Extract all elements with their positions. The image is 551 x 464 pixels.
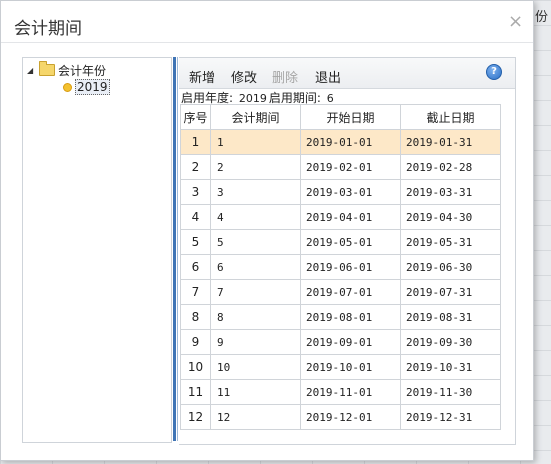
table-row[interactable]: 12 12 2019-12-01 2019-12-31 xyxy=(180,404,501,430)
background-partial-text: 份 xyxy=(535,10,549,25)
table-row[interactable]: 6 6 2019-06-01 2019-06-30 xyxy=(180,254,501,280)
table-row[interactable]: 5 5 2019-05-01 2019-05-31 xyxy=(180,229,501,255)
period-cell: 2 xyxy=(210,154,301,180)
panel-splitter[interactable] xyxy=(173,57,176,441)
start-date-cell: 2019-06-01 xyxy=(300,254,401,280)
column-header[interactable]: 会计期间 xyxy=(210,104,301,130)
end-date-cell: 2019-05-31 xyxy=(400,229,501,255)
period-cell: 9 xyxy=(210,329,301,355)
close-icon[interactable]: × xyxy=(508,11,523,32)
tree-node-accounting-year[interactable]: ◢ 会计年份 xyxy=(27,61,106,79)
title-divider xyxy=(1,42,533,43)
row-number-cell: 3 xyxy=(180,179,211,205)
panel-splitter-edge xyxy=(177,57,178,441)
end-date-cell: 2019-06-30 xyxy=(400,254,501,280)
row-number-cell: 1 xyxy=(180,129,211,155)
table-row[interactable]: 7 7 2019-07-01 2019-07-31 xyxy=(180,279,501,305)
delete-button[interactable]: 删除 xyxy=(272,67,298,86)
row-number-cell: 5 xyxy=(180,229,211,255)
table-row[interactable]: 3 3 2019-03-01 2019-03-31 xyxy=(180,179,501,205)
end-date-cell: 2019-04-30 xyxy=(400,204,501,230)
table-row[interactable]: 9 9 2019-09-01 2019-09-30 xyxy=(180,329,501,355)
row-number-cell: 9 xyxy=(180,329,211,355)
end-date-cell: 2019-10-31 xyxy=(400,354,501,380)
table-row[interactable]: 8 8 2019-08-01 2019-08-31 xyxy=(180,304,501,330)
expand-arrow-icon[interactable]: ◢ xyxy=(27,66,39,75)
period-cell: 4 xyxy=(210,204,301,230)
period-cell: 1 xyxy=(210,129,301,155)
period-cell: 10 xyxy=(210,354,301,380)
row-number-cell: 6 xyxy=(180,254,211,280)
start-date-cell: 2019-08-01 xyxy=(300,304,401,330)
table-row[interactable]: 1 1 2019-01-01 2019-01-31 xyxy=(180,129,501,155)
dot-icon xyxy=(63,82,72,92)
edit-button[interactable]: 修改 xyxy=(231,67,257,86)
start-date-cell: 2019-11-01 xyxy=(300,379,401,405)
start-period-label: 启用期间: xyxy=(268,91,321,105)
tree-node-label: 2019 xyxy=(75,79,110,95)
table-header-row: 序号 会计期间 开始日期 截止日期 xyxy=(180,104,501,130)
period-table: 序号 会计期间 开始日期 截止日期 1 1 2019-01-01 2019-01-31… xyxy=(180,104,501,430)
table-row[interactable]: 2 2 2019-02-01 2019-02-28 xyxy=(180,154,501,180)
table-row[interactable]: 4 4 2019-04-01 2019-04-30 xyxy=(180,204,501,230)
table-row[interactable]: 10 10 2019-10-01 2019-10-31 xyxy=(180,354,501,380)
tree-node-label: 会计年份 xyxy=(58,63,107,78)
start-date-cell: 2019-07-01 xyxy=(300,279,401,305)
period-cell: 12 xyxy=(210,404,301,430)
dialog-title: 会计期间 xyxy=(14,19,82,39)
toolbar: 新增 修改 删除 退出 ? xyxy=(179,58,515,89)
period-cell: 8 xyxy=(210,304,301,330)
end-date-cell: 2019-02-28 xyxy=(400,154,501,180)
end-date-cell: 2019-03-31 xyxy=(400,179,501,205)
start-info: 启用年度: 2019 启用期间: 6 xyxy=(181,89,336,105)
exit-button[interactable]: 退出 xyxy=(315,67,341,86)
row-number-cell: 12 xyxy=(180,404,211,430)
start-date-cell: 2019-12-01 xyxy=(300,404,401,430)
start-date-cell: 2019-01-01 xyxy=(300,129,401,155)
start-date-cell: 2019-04-01 xyxy=(300,204,401,230)
year-tree-panel: ◢ 会计年份 2019 xyxy=(22,57,172,443)
accounting-period-dialog: 会计期间 × ◢ 会计年份 2019 新增 修改 删除 退出 ? 启用年度: 2… xyxy=(0,0,534,461)
row-number-cell: 2 xyxy=(180,154,211,180)
folder-open-icon xyxy=(39,61,55,76)
period-cell: 11 xyxy=(210,379,301,405)
period-panel: 新增 修改 删除 退出 ? 启用年度: 2019 启用期间: 6 序号 会计期间 … xyxy=(179,57,516,445)
row-number-cell: 7 xyxy=(180,279,211,305)
period-cell: 3 xyxy=(210,179,301,205)
row-number-cell: 8 xyxy=(180,304,211,330)
period-cell: 6 xyxy=(210,254,301,280)
row-number-cell: 4 xyxy=(180,204,211,230)
end-date-cell: 2019-08-31 xyxy=(400,304,501,330)
end-date-cell: 2019-09-30 xyxy=(400,329,501,355)
row-number-cell: 11 xyxy=(180,379,211,405)
start-year-label: 启用年度: xyxy=(181,91,234,105)
period-cell: 7 xyxy=(210,279,301,305)
column-header[interactable]: 序号 xyxy=(180,104,211,130)
add-button[interactable]: 新增 xyxy=(189,67,215,86)
row-number-cell: 10 xyxy=(180,354,211,380)
table-row[interactable]: 11 11 2019-11-01 2019-11-30 xyxy=(180,379,501,405)
column-header[interactable]: 开始日期 xyxy=(300,104,401,130)
start-date-cell: 2019-03-01 xyxy=(300,179,401,205)
end-date-cell: 2019-01-31 xyxy=(400,129,501,155)
start-date-cell: 2019-02-01 xyxy=(300,154,401,180)
end-date-cell: 2019-12-31 xyxy=(400,404,501,430)
start-date-cell: 2019-05-01 xyxy=(300,229,401,255)
start-date-cell: 2019-10-01 xyxy=(300,354,401,380)
tree-node-2019[interactable]: 2019 xyxy=(63,79,110,95)
end-date-cell: 2019-11-30 xyxy=(400,379,501,405)
period-cell: 5 xyxy=(210,229,301,255)
help-icon[interactable]: ? xyxy=(486,64,502,80)
column-header[interactable]: 截止日期 xyxy=(400,104,501,130)
start-date-cell: 2019-09-01 xyxy=(300,329,401,355)
end-date-cell: 2019-07-31 xyxy=(400,279,501,305)
